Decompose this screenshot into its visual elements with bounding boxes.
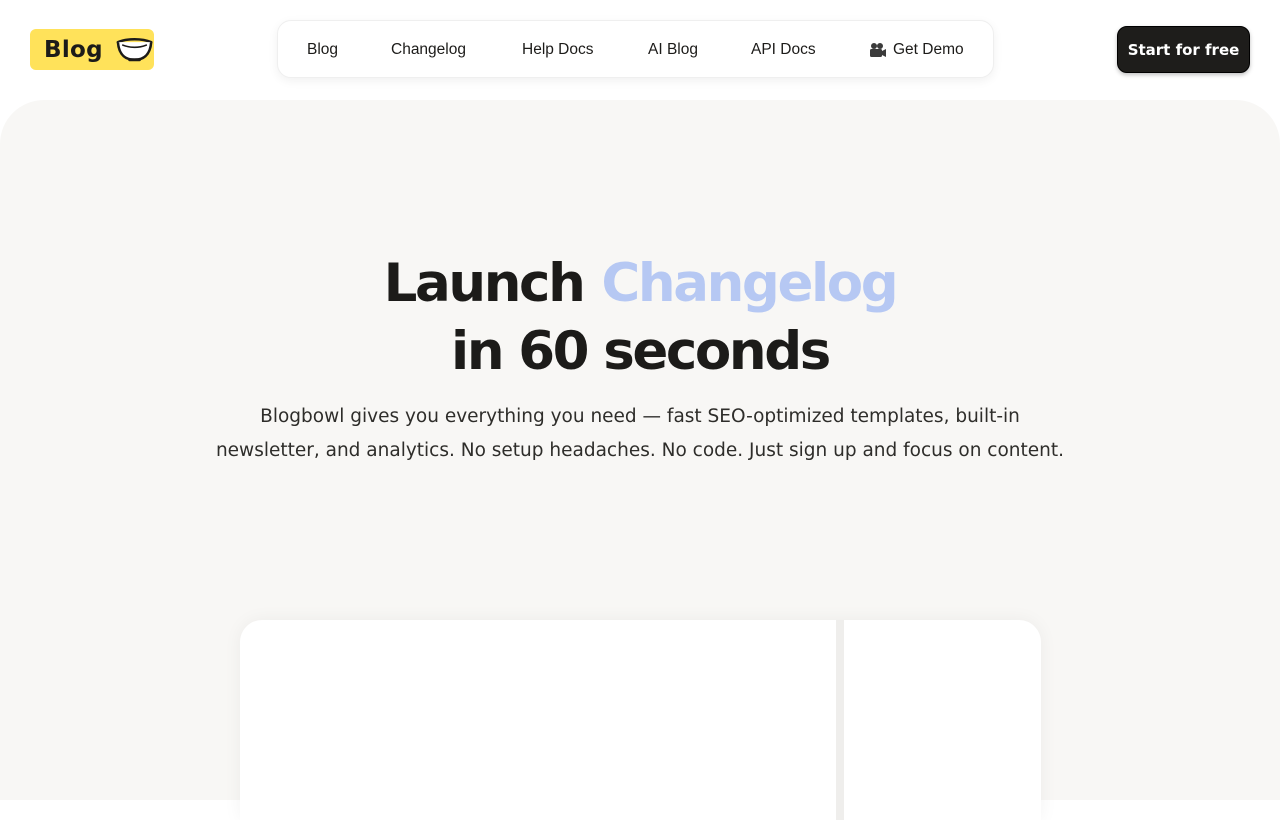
get-demo-label: Get Demo bbox=[893, 41, 964, 58]
hero-section: Launch Changelog in 60 seconds Blogbowl g… bbox=[0, 100, 1280, 820]
main-nav: Blog Changelog Help Docs AI Blog API Doc… bbox=[277, 20, 994, 78]
site-header: Blog Blog Changelog Help Docs AI Blog AP… bbox=[0, 0, 1280, 100]
bowl-icon bbox=[116, 37, 153, 61]
preview-divider bbox=[836, 620, 844, 820]
nav-link-get-demo[interactable]: Get Demo bbox=[869, 21, 964, 79]
nav-link-changelog[interactable]: Changelog bbox=[391, 21, 466, 79]
logo-link[interactable]: Blog bbox=[30, 29, 154, 70]
start-for-free-button[interactable]: Start for free bbox=[1117, 26, 1250, 73]
hero-headline: Launch Changelog in 60 seconds bbox=[0, 250, 1280, 386]
nav-link-api-docs[interactable]: API Docs bbox=[751, 21, 816, 79]
nav-link-help-docs[interactable]: Help Docs bbox=[522, 21, 594, 79]
logo-text: Blog bbox=[44, 36, 103, 63]
headline-part-1: Launch bbox=[383, 253, 586, 314]
hero-subtitle: Blogbowl gives you everything you need —… bbox=[190, 400, 1090, 468]
headline-accent: Changelog bbox=[601, 253, 898, 314]
product-preview-card bbox=[240, 620, 1041, 820]
nav-link-ai-blog[interactable]: AI Blog bbox=[648, 21, 698, 79]
video-camera-icon bbox=[870, 43, 886, 57]
headline-part-2: in 60 seconds bbox=[451, 321, 831, 382]
nav-link-blog[interactable]: Blog bbox=[307, 21, 338, 79]
subtitle-line-2: newsletter, and analytics. No setup head… bbox=[215, 440, 1065, 461]
subtitle-line-1: Blogbowl gives you everything you need —… bbox=[260, 406, 1020, 427]
